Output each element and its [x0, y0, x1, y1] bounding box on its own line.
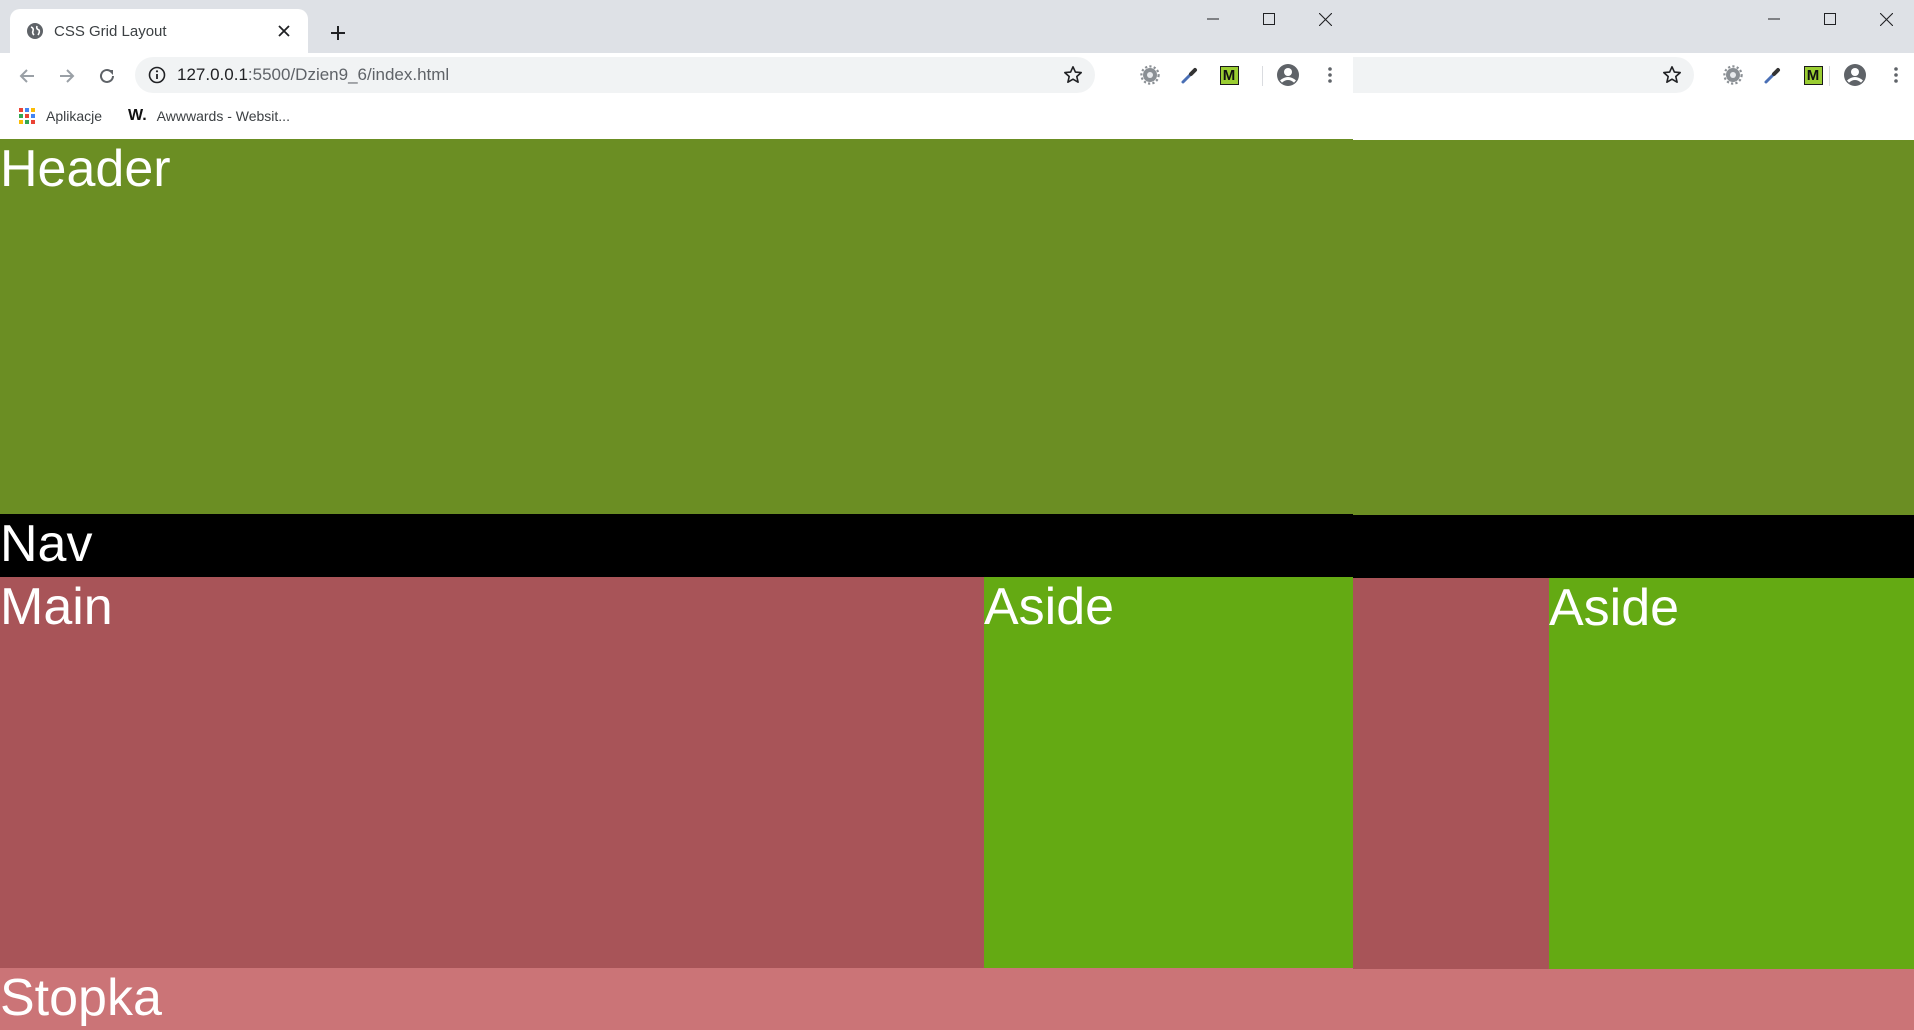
browser-window-wide: CSS Grid Layout 127.0.0.1:5500/Dzien9_6/…: [0, 0, 1353, 1030]
reload-icon: [100, 68, 114, 83]
bookmarks-bar: Aplikacje W. Awwwards - Websit...: [0, 98, 1353, 138]
bookmark-label: Aplikacje: [46, 108, 103, 124]
url-text: 127.0.0.1:5500/Dzien9_6/index.html: [177, 57, 449, 93]
close-icon: [1879, 12, 1893, 26]
grid-aside: Aside: [984, 577, 1353, 968]
grid-nav: [1353, 515, 1914, 578]
grid-main: [1353, 578, 1549, 969]
title-bar: [1353, 0, 1914, 53]
maximize-button[interactable]: [1241, 0, 1297, 38]
menu-button[interactable]: [1882, 61, 1910, 89]
eyedropper-icon: [1764, 68, 1780, 84]
more-vert-icon: [1894, 67, 1898, 83]
minimize-icon: [1207, 18, 1219, 20]
footer-label: Stopka: [0, 969, 162, 1027]
profile-avatar-icon: [1277, 64, 1299, 86]
toolbar-divider: [1829, 66, 1830, 86]
window-controls: [1746, 0, 1914, 38]
grid-footer: Stopka: [0, 968, 1353, 1030]
maximize-button[interactable]: [1802, 0, 1858, 38]
browser-toolbar: M: [1353, 53, 1914, 98]
apps-grid-icon: [19, 108, 35, 124]
grid-header: [1353, 140, 1914, 515]
reload-button[interactable]: [90, 59, 124, 93]
info-icon[interactable]: [147, 65, 167, 85]
menu-button[interactable]: [1316, 61, 1344, 89]
bookmark-apps[interactable]: Aplikacje: [18, 98, 102, 134]
bookmark-awwwards[interactable]: W. Awwwards - Websit...: [128, 98, 290, 134]
m-extension-icon[interactable]: M: [1799, 61, 1827, 89]
bookmark-star-icon[interactable]: [1662, 65, 1682, 85]
eyedropper-icon: [1181, 68, 1197, 84]
close-icon: [1318, 12, 1332, 26]
new-tab-button[interactable]: [322, 17, 354, 49]
settings-extension-icon[interactable]: [1136, 61, 1164, 89]
gear-icon: [1723, 65, 1743, 85]
forward-button[interactable]: [50, 59, 84, 93]
m-badge: M: [1803, 65, 1823, 85]
close-window-button[interactable]: [1858, 0, 1914, 38]
tab-title: CSS Grid Layout: [54, 22, 167, 40]
close-window-button[interactable]: [1297, 0, 1353, 38]
page-viewport: Aside: [1353, 140, 1914, 1030]
close-tab-icon[interactable]: [272, 19, 296, 43]
awwwards-logo-icon: W.: [128, 107, 147, 124]
header-label: Header: [0, 140, 171, 198]
profile-button[interactable]: [1274, 61, 1302, 89]
page-viewport: Header Nav Main Aside Stopka: [0, 139, 1353, 1030]
plus-icon: [331, 26, 345, 40]
address-bar[interactable]: [1353, 57, 1694, 93]
eyedropper-extension-icon[interactable]: [1759, 61, 1787, 89]
bookmarks-bar: [1353, 98, 1914, 138]
minimize-icon: [1768, 18, 1780, 20]
aside-label: Aside: [1549, 579, 1680, 637]
settings-extension-icon[interactable]: [1719, 61, 1747, 89]
grid-main: Main: [0, 577, 984, 968]
aside-label: Aside: [984, 578, 1115, 636]
toolbar-divider: [1262, 66, 1263, 86]
browser-tab[interactable]: CSS Grid Layout: [10, 9, 308, 53]
browser-window-narrow: M Aside: [1353, 0, 1914, 1030]
more-vert-icon: [1328, 67, 1332, 83]
address-bar[interactable]: 127.0.0.1:5500/Dzien9_6/index.html: [135, 57, 1095, 93]
gear-icon: [1140, 65, 1160, 85]
maximize-icon: [1824, 13, 1836, 25]
globe-icon: [27, 23, 43, 39]
back-arrow-icon: [19, 69, 34, 83]
profile-avatar-icon: [1844, 64, 1866, 86]
grid-nav: Nav: [0, 514, 1353, 577]
main-label: Main: [0, 578, 113, 636]
m-extension-icon[interactable]: M: [1215, 61, 1243, 89]
grid-header: Header: [0, 139, 1353, 514]
back-button[interactable]: [10, 59, 44, 93]
title-bar: CSS Grid Layout: [0, 0, 1353, 53]
eyedropper-extension-icon[interactable]: [1176, 61, 1204, 89]
grid-aside: Aside: [1549, 578, 1914, 969]
bookmark-star-icon[interactable]: [1063, 65, 1083, 85]
maximize-icon: [1263, 13, 1275, 25]
grid-footer: [1353, 969, 1914, 1030]
profile-button[interactable]: [1841, 61, 1869, 89]
minimize-button[interactable]: [1746, 0, 1802, 38]
url-host: 127.0.0.1: [177, 65, 248, 84]
minimize-button[interactable]: [1185, 0, 1241, 38]
browser-toolbar: 127.0.0.1:5500/Dzien9_6/index.html M: [0, 53, 1353, 98]
m-badge: M: [1219, 65, 1239, 85]
nav-label: Nav: [0, 515, 93, 573]
url-path: :5500/Dzien9_6/index.html: [247, 65, 450, 84]
window-controls: [1185, 0, 1353, 38]
forward-arrow-icon: [60, 69, 75, 83]
bookmark-label: Awwwards - Websit...: [156, 108, 290, 124]
